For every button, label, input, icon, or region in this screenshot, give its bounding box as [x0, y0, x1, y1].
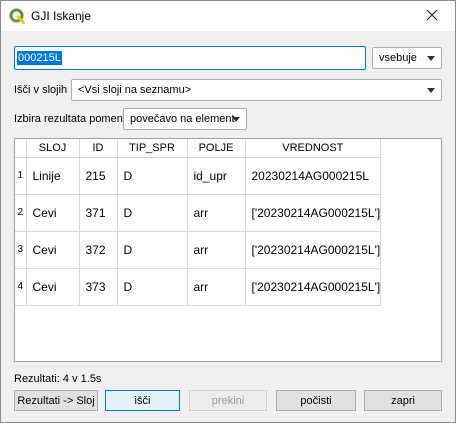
- cell-sloj[interactable]: Cevi: [26, 231, 80, 269]
- match-mode-dropdown[interactable]: vsebuje: [372, 47, 442, 69]
- column-header-vrednost[interactable]: VREDNOST: [245, 139, 382, 158]
- close-window-button[interactable]: [409, 1, 455, 31]
- match-mode-value: vsebuje: [379, 52, 417, 64]
- window-title: GJI Iskanje: [31, 9, 92, 23]
- qgis-logo-icon: [9, 8, 25, 24]
- cell-tip-spr[interactable]: D: [117, 268, 188, 306]
- row-number[interactable]: 1: [15, 157, 27, 195]
- row-number[interactable]: 3: [15, 231, 27, 269]
- table-row[interactable]: 2 Cevi 371 D arr ['20230214AG000215L']: [15, 194, 382, 232]
- cell-id[interactable]: 372: [79, 231, 118, 269]
- dialog-window: GJI Iskanje 000215L vsebuje Išči v sloji…: [0, 0, 456, 423]
- row-number[interactable]: 4: [15, 268, 27, 306]
- column-header-sloj[interactable]: SLOJ: [26, 139, 80, 158]
- layers-label: Išči v slojih: [14, 84, 68, 96]
- result-action-label: Izbira rezultata pomeni: [14, 113, 126, 125]
- cell-polje[interactable]: arr: [187, 268, 246, 306]
- cell-polje[interactable]: id_upr: [187, 157, 246, 195]
- cell-tip-spr[interactable]: D: [117, 157, 188, 195]
- cell-id[interactable]: 371: [79, 194, 118, 232]
- column-header-tip-spr[interactable]: TIP_SPR: [117, 139, 188, 158]
- close-button[interactable]: zapri: [364, 390, 442, 411]
- abort-button[interactable]: prekini: [189, 390, 267, 411]
- chevron-down-icon: [232, 117, 240, 122]
- search-input-value: 000215L: [17, 51, 62, 65]
- table-row[interactable]: 4 Cevi 373 D arr ['20230214AG000215L']: [15, 268, 382, 306]
- search-input[interactable]: 000215L: [14, 46, 366, 70]
- layers-dropdown[interactable]: <Vsi sloji na seznamu>: [71, 79, 442, 101]
- cell-sloj[interactable]: Cevi: [26, 194, 80, 232]
- table-corner[interactable]: [15, 139, 27, 158]
- result-action-dropdown[interactable]: povečavo na element: [123, 108, 247, 130]
- cell-sloj[interactable]: Linije: [26, 157, 80, 195]
- table-header-row: SLOJ ID TIP_SPR POLJE VREDNOST: [15, 139, 382, 158]
- close-icon: [426, 9, 438, 24]
- cell-tip-spr[interactable]: D: [117, 194, 188, 232]
- results-table: SLOJ ID TIP_SPR POLJE VREDNOST 1 Linije …: [14, 138, 442, 362]
- table-row[interactable]: 3 Cevi 372 D arr ['20230214AG000215L']: [15, 231, 382, 269]
- chevron-down-icon: [427, 56, 435, 61]
- cell-vrednost[interactable]: ['20230214AG000215L']: [245, 194, 382, 232]
- cell-tip-spr[interactable]: D: [117, 231, 188, 269]
- cell-polje[interactable]: arr: [187, 194, 246, 232]
- result-action-value: povečavo na element: [130, 113, 235, 125]
- search-button[interactable]: išči: [105, 390, 180, 411]
- cell-polje[interactable]: arr: [187, 231, 246, 269]
- table-row[interactable]: 1 Linije 215 D id_upr 20230214AG000215L: [15, 157, 382, 195]
- clear-button[interactable]: počisti: [276, 390, 356, 411]
- column-header-id[interactable]: ID: [79, 139, 118, 158]
- cell-id[interactable]: 373: [79, 268, 118, 306]
- cell-vrednost[interactable]: 20230214AG000215L: [245, 157, 382, 195]
- cell-vrednost[interactable]: ['20230214AG000215L']: [245, 231, 382, 269]
- column-header-polje[interactable]: POLJE: [187, 139, 246, 158]
- title-bar: GJI Iskanje: [1, 1, 455, 31]
- chevron-down-icon: [427, 88, 435, 93]
- layers-dropdown-value: <Vsi sloji na seznamu>: [78, 84, 192, 96]
- results-to-layer-button[interactable]: Rezultati -> Sloj: [14, 390, 98, 411]
- cell-vrednost[interactable]: ['20230214AG000215L']: [245, 268, 382, 306]
- cell-id[interactable]: 215: [79, 157, 118, 195]
- cell-sloj[interactable]: Cevi: [26, 268, 80, 306]
- status-text: Rezultati: 4 v 1.5s: [14, 373, 102, 385]
- row-number[interactable]: 2: [15, 194, 27, 232]
